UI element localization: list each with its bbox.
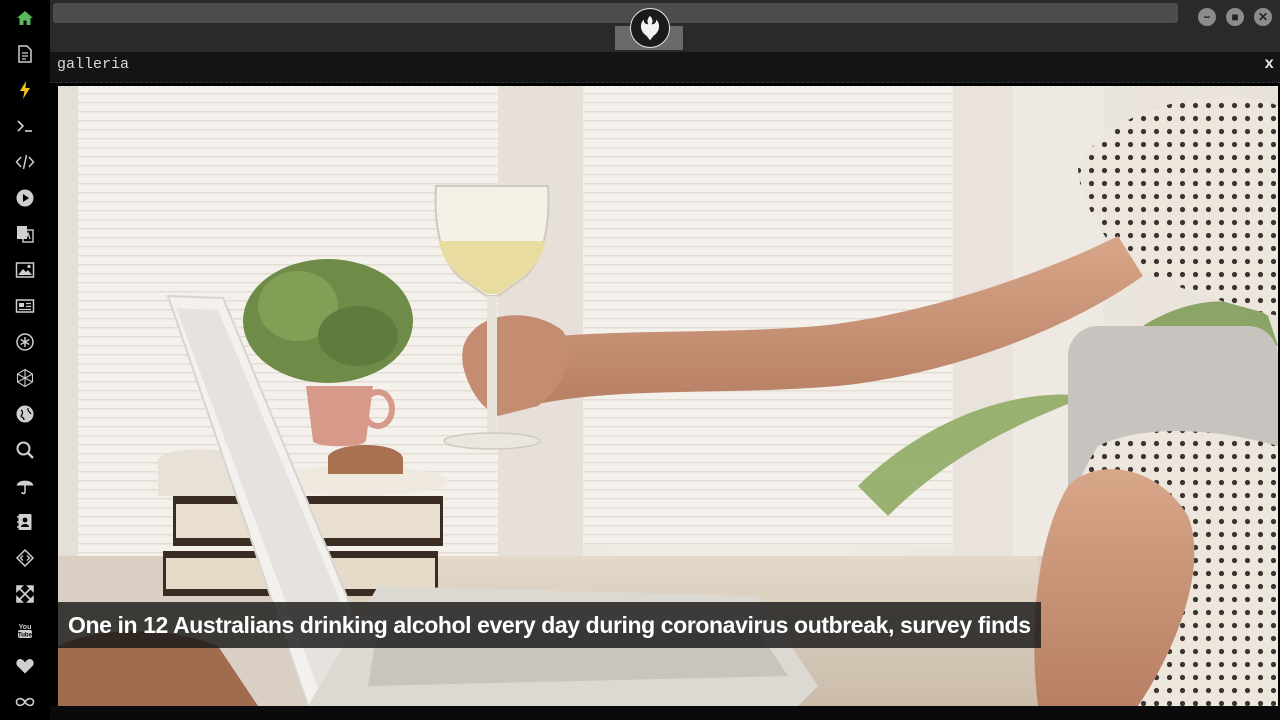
app-close-button[interactable]: x [1264,55,1274,73]
svg-text:Tube: Tube [18,633,33,639]
umbrella-icon[interactable] [13,474,37,498]
contact-book-icon[interactable] [13,510,37,534]
terminal-icon[interactable] [13,114,37,138]
infinity-icon[interactable] [13,690,37,714]
diamond-code-icon[interactable] [13,546,37,570]
bottom-strip [50,706,1280,720]
address-bar[interactable] [53,3,1178,23]
heart-icon[interactable] [13,654,37,678]
image-icon[interactable] [13,258,37,282]
globe-icon[interactable] [13,402,37,426]
minimize-button[interactable]: − [1198,8,1216,26]
code-icon[interactable] [13,150,37,174]
sidebar: You Tube [0,0,50,720]
rebel-alliance-icon [630,8,670,48]
image-caption[interactable]: One in 12 Australians drinking alcohol e… [58,602,1041,648]
play-icon[interactable] [13,186,37,210]
translate-icon[interactable] [13,222,37,246]
home-icon[interactable] [13,6,37,30]
expand-icon[interactable] [13,582,37,606]
lightning-icon[interactable] [13,78,37,102]
newspaper-icon[interactable] [13,294,37,318]
window-close-button[interactable]: ✕ [1254,8,1272,26]
youtube-icon[interactable]: You Tube [13,618,37,642]
search-icon[interactable] [13,438,37,462]
app-title: galleria [57,56,130,73]
app-header: galleria x [50,52,1280,83]
hexagon-icon[interactable] [13,366,37,390]
maximize-button[interactable]: ■ [1226,8,1244,26]
document-icon[interactable] [13,42,37,66]
window-title-bar: − ■ ✕ [50,0,1280,52]
asterisk-icon[interactable] [13,330,37,354]
svg-text:You: You [19,624,32,631]
